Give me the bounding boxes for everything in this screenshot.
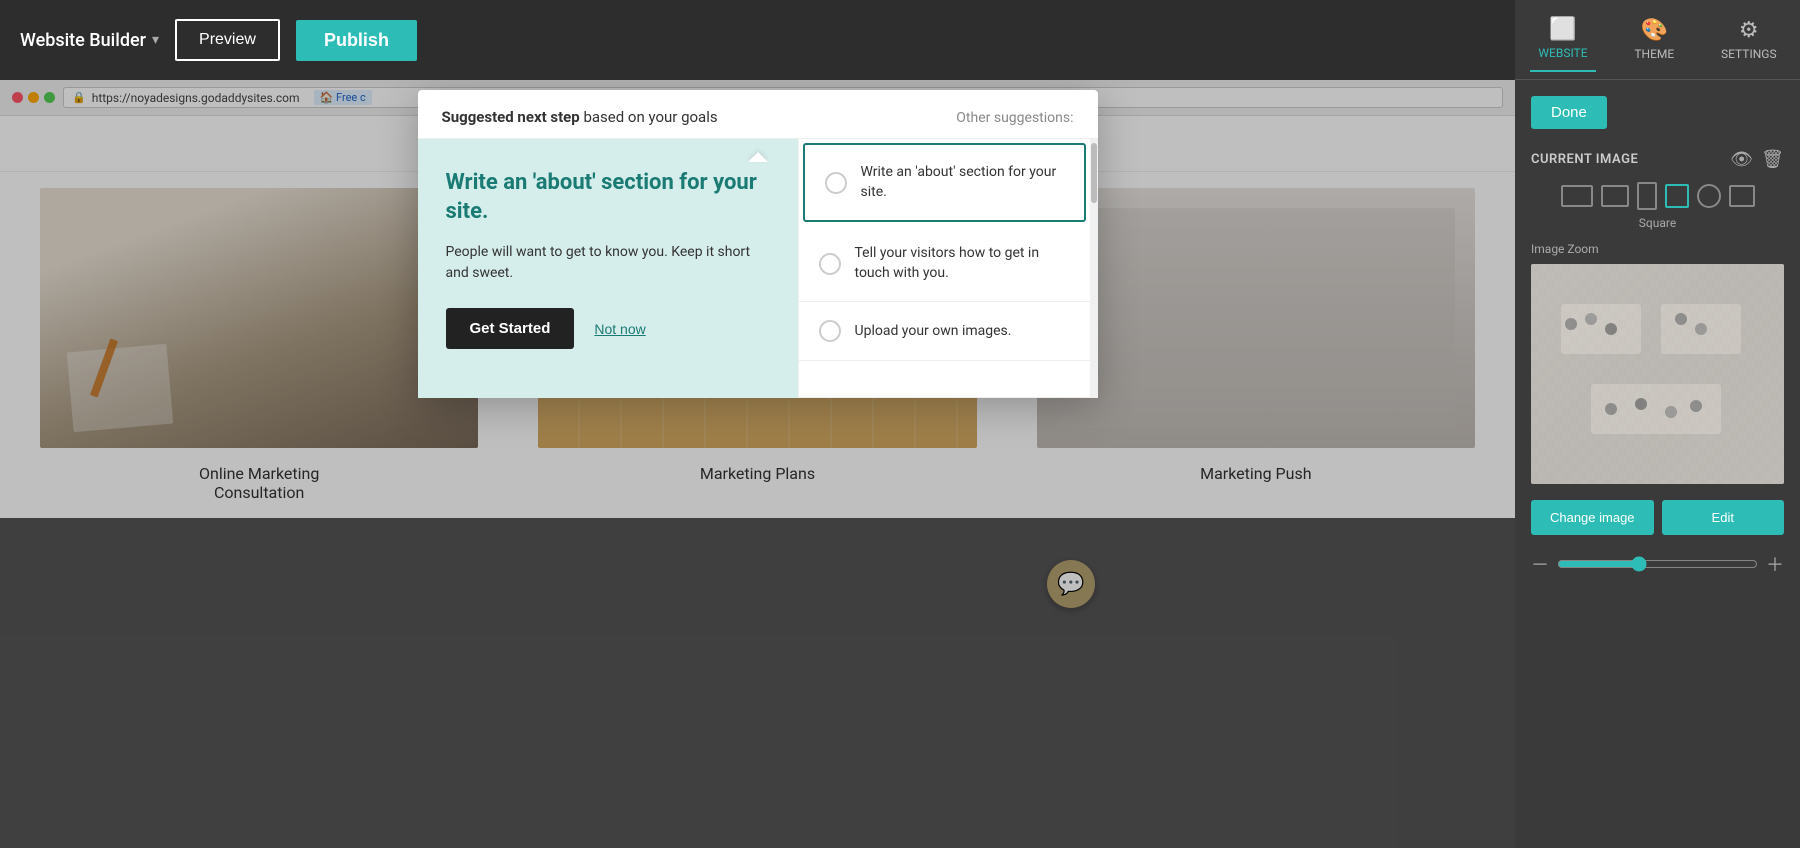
- change-image-button[interactable]: Change image: [1531, 500, 1654, 535]
- zoom-controls: － ＋: [1531, 551, 1784, 577]
- brand-logo[interactable]: Website Builder ▾: [20, 30, 159, 51]
- shape-rect-icon: [1601, 185, 1629, 207]
- suggested-label: Suggested next step based on your goals: [442, 108, 718, 126]
- main-suggestion: Write an 'about' section for your site. …: [418, 139, 798, 398]
- preview-button[interactable]: Preview: [175, 19, 280, 61]
- zoom-in-button[interactable]: ＋: [1766, 551, 1784, 577]
- settings-icon: ⚙: [1739, 18, 1759, 43]
- shape-circle-icon: [1697, 184, 1721, 208]
- modal-caret: [748, 152, 768, 162]
- shape-label: Square: [1531, 216, 1784, 230]
- main-area: 🔒 https://noyadesigns.godaddysites.com 🏠…: [0, 80, 1800, 848]
- tab-website[interactable]: ⬜ WEBSITE: [1530, 7, 1595, 72]
- zoom-slider[interactable]: [1557, 556, 1758, 572]
- image-action-buttons: Change image Edit: [1531, 500, 1784, 535]
- radio-1: [819, 253, 841, 275]
- suggestion-item-2[interactable]: Upload your own images.: [799, 302, 1090, 361]
- right-panel: Done CURRENT IMAGE 👁 🗑: [1515, 80, 1800, 848]
- theme-icon: 🎨: [1641, 18, 1668, 43]
- next-steps-modal: Suggested next step based on your goals …: [418, 90, 1098, 398]
- modal-body: Write an 'about' section for your site. …: [418, 139, 1098, 398]
- main-suggestion-title: Write an 'about' section for your site.: [446, 169, 770, 226]
- modal-overlay: Suggested next step based on your goals …: [0, 80, 1515, 848]
- tab-theme-label: THEME: [1634, 47, 1674, 61]
- shape-wide[interactable]: [1561, 185, 1593, 207]
- scrollbar-thumb: [1091, 143, 1097, 203]
- shape-rect2-icon: [1729, 185, 1755, 207]
- tab-theme[interactable]: 🎨 THEME: [1626, 8, 1682, 71]
- brand-chevron-icon: ▾: [152, 32, 159, 48]
- tab-settings[interactable]: ⚙ SETTINGS: [1713, 8, 1785, 71]
- current-image-section: CURRENT IMAGE 👁 🗑: [1531, 149, 1784, 170]
- current-image-actions: 👁 🗑: [1730, 149, 1784, 170]
- suggestion-text-2: Upload your own images.: [855, 322, 1012, 342]
- top-navigation: Website Builder ▾ Preview Publish Hire a…: [0, 0, 1800, 80]
- not-now-button[interactable]: Not now: [594, 321, 645, 337]
- shape-circle[interactable]: [1697, 184, 1721, 208]
- website-preview: 🔒 https://noyadesigns.godaddysites.com 🏠…: [0, 80, 1515, 848]
- main-suggestion-desc: People will want to get to know you. Kee…: [446, 242, 770, 284]
- suggestion-item-0[interactable]: Write an 'about' section for your site.: [803, 143, 1086, 222]
- modal-scrollbar[interactable]: [1090, 139, 1098, 398]
- publish-button[interactable]: Publish: [296, 20, 417, 61]
- preview-svg: [1531, 264, 1784, 484]
- brand-name: Website Builder: [20, 30, 146, 51]
- radio-2: [819, 320, 841, 342]
- visibility-toggle-button[interactable]: 👁: [1730, 149, 1753, 170]
- other-suggestions-label: Other suggestions:: [956, 110, 1073, 126]
- done-button[interactable]: Done: [1531, 96, 1607, 129]
- suggestion-actions: Get Started Not now: [446, 308, 770, 349]
- shape-wide-icon: [1561, 185, 1593, 207]
- shape-sq-icon: [1665, 184, 1689, 208]
- shape-rect2[interactable]: [1729, 185, 1755, 207]
- suggestion-item-empty: [799, 361, 1090, 398]
- shape-tall[interactable]: [1637, 182, 1657, 210]
- right-panel-tabs: ⬜ WEBSITE 🎨 THEME ⚙ SETTINGS: [1515, 0, 1800, 80]
- shape-rect[interactable]: [1601, 185, 1629, 207]
- tab-website-label: WEBSITE: [1538, 46, 1587, 60]
- suggestion-text-1: Tell your visitors how to get in touch w…: [855, 244, 1070, 283]
- shape-square[interactable]: [1665, 184, 1689, 208]
- zoom-out-button[interactable]: －: [1531, 551, 1549, 577]
- shape-selectors: [1531, 182, 1784, 210]
- edit-button[interactable]: Edit: [1662, 500, 1785, 535]
- suggestion-item-1[interactable]: Tell your visitors how to get in touch w…: [799, 226, 1090, 302]
- shape-tall-icon: [1637, 182, 1657, 210]
- image-zoom-label: Image Zoom: [1531, 242, 1784, 256]
- delete-image-button[interactable]: 🗑: [1761, 149, 1784, 170]
- website-icon: ⬜: [1549, 17, 1576, 42]
- current-image-preview: [1531, 264, 1784, 484]
- modal-header: Suggested next step based on your goals …: [418, 90, 1098, 139]
- current-image-label: CURRENT IMAGE: [1531, 152, 1638, 167]
- get-started-button[interactable]: Get Started: [446, 308, 575, 349]
- suggestion-text-0: Write an 'about' section for your site.: [861, 163, 1064, 202]
- tab-settings-label: SETTINGS: [1721, 47, 1777, 61]
- suggestions-list: Write an 'about' section for your site. …: [798, 139, 1090, 398]
- radio-0: [825, 172, 847, 194]
